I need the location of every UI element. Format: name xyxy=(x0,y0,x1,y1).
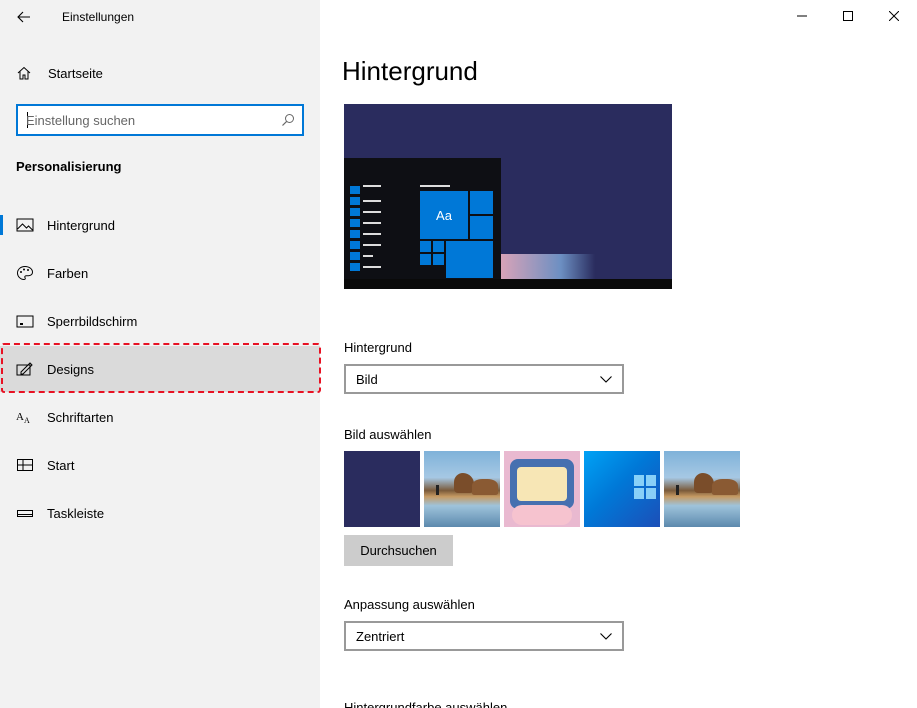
preview-line xyxy=(363,266,381,268)
maximize-button[interactable] xyxy=(825,0,871,32)
desktop-preview: Aa xyxy=(344,104,672,289)
preview-line xyxy=(363,244,381,246)
rock-shape xyxy=(472,479,498,495)
sidebar-item-label: Sperrbildschirm xyxy=(47,314,138,329)
minimize-button[interactable] xyxy=(779,0,825,32)
section-title: Personalisierung xyxy=(16,159,122,174)
page-title: Hintergrund xyxy=(342,56,478,86)
sidebar-item-schriftarten[interactable]: AA Schriftarten xyxy=(0,394,320,440)
preview-line xyxy=(363,233,381,235)
sidebar: Einstellungen Startseite Personalisierun… xyxy=(0,0,321,708)
preview-tile-aa: Aa xyxy=(419,190,469,240)
maximize-icon xyxy=(843,11,853,21)
illustration-paper xyxy=(517,467,567,501)
back-button[interactable] xyxy=(10,4,38,30)
home-label: Startseite xyxy=(48,66,103,81)
lock-screen-icon xyxy=(16,315,34,328)
sidebar-item-start[interactable]: Start xyxy=(0,442,320,488)
selection-indicator xyxy=(0,215,3,235)
font-icon: AA xyxy=(16,411,30,425)
search-input[interactable] xyxy=(26,111,274,129)
chevron-down-icon xyxy=(600,633,612,640)
preview-list-icon xyxy=(350,241,360,249)
taskbar-icon xyxy=(17,510,33,517)
preview-line xyxy=(363,211,381,213)
person-shape xyxy=(676,485,679,495)
app-title: Einstellungen xyxy=(62,10,135,24)
preview-tile xyxy=(469,190,494,215)
preview-taskbar xyxy=(344,279,672,289)
preview-line xyxy=(420,185,450,187)
palette-icon xyxy=(16,265,34,281)
rock-shape xyxy=(694,473,714,493)
preview-tile xyxy=(419,240,432,253)
sidebar-item-taskleiste[interactable]: Taskleiste xyxy=(0,490,320,536)
preview-line xyxy=(363,255,373,257)
preview-list-icon xyxy=(350,208,360,216)
background-color-label: Hintergrundfarbe auswählen xyxy=(344,700,508,708)
preview-start-menu: Aa xyxy=(344,158,501,279)
sidebar-item-label: Taskleiste xyxy=(47,506,105,521)
preview-list-icon xyxy=(350,219,360,227)
search-box[interactable] xyxy=(16,104,304,136)
sidebar-item-sperrbildschirm[interactable]: Sperrbildschirm xyxy=(0,298,320,344)
minimize-icon xyxy=(797,15,807,17)
preview-line xyxy=(363,222,381,224)
preview-list-icon xyxy=(350,263,360,271)
preview-tile xyxy=(419,253,432,266)
preview-line xyxy=(363,185,381,187)
preview-wallpaper-strip xyxy=(501,254,672,279)
start-icon xyxy=(17,459,33,471)
thumbnail-windows[interactable] xyxy=(584,451,660,527)
illustration-cloud xyxy=(512,505,572,525)
windows-logo-icon xyxy=(634,475,656,499)
picture-icon xyxy=(16,218,34,232)
thumbnail-solid-navy[interactable] xyxy=(344,451,420,527)
preview-tile xyxy=(432,240,445,253)
preview-list-icon xyxy=(350,230,360,238)
person-shape xyxy=(436,485,439,495)
sidebar-item-farben[interactable]: Farben xyxy=(0,250,320,296)
rock-shape xyxy=(712,479,738,495)
sidebar-item-label: Designs xyxy=(47,362,94,377)
preview-list-icon xyxy=(350,252,360,260)
background-label: Hintergrund xyxy=(344,340,412,355)
background-type-dropdown[interactable]: Bild xyxy=(344,364,624,394)
themes-icon xyxy=(16,362,33,376)
preview-line xyxy=(363,200,381,202)
close-icon xyxy=(889,11,899,21)
choose-picture-label: Bild auswählen xyxy=(344,427,432,442)
dropdown-value: Bild xyxy=(356,372,378,387)
home-icon xyxy=(17,66,31,80)
sidebar-item-label: Schriftarten xyxy=(47,410,114,425)
preview-list-icon xyxy=(350,186,360,194)
fit-dropdown[interactable]: Zentriert xyxy=(344,621,624,651)
sidebar-item-label: Start xyxy=(47,458,75,473)
dropdown-value: Zentriert xyxy=(356,629,405,644)
arrow-left-icon xyxy=(17,11,30,23)
browse-button[interactable]: Durchsuchen xyxy=(344,535,453,566)
svg-text:A: A xyxy=(16,411,24,423)
thumbnail-beach[interactable] xyxy=(424,451,500,527)
title-bar: Einstellungen xyxy=(0,0,320,34)
sidebar-item-designs[interactable]: Designs xyxy=(0,346,320,392)
sidebar-item-label: Farben xyxy=(47,266,89,281)
preview-tile xyxy=(469,215,494,240)
thumbnail-beach-2[interactable] xyxy=(664,451,740,527)
close-button[interactable] xyxy=(871,0,917,32)
preview-list-icon xyxy=(350,197,360,205)
sidebar-item-label: Hintergrund xyxy=(47,218,115,233)
fit-label: Anpassung auswählen xyxy=(344,597,475,612)
rock-shape xyxy=(454,473,474,493)
preview-tile xyxy=(432,253,445,266)
sidebar-item-hintergrund[interactable]: Hintergrund xyxy=(0,202,320,248)
thumbnail-illustration[interactable] xyxy=(504,451,580,527)
home-link[interactable]: Startseite xyxy=(0,56,320,90)
preview-tile xyxy=(445,240,494,279)
search-icon[interactable] xyxy=(281,113,295,127)
chevron-down-icon xyxy=(600,376,612,383)
svg-text:A: A xyxy=(24,416,30,425)
